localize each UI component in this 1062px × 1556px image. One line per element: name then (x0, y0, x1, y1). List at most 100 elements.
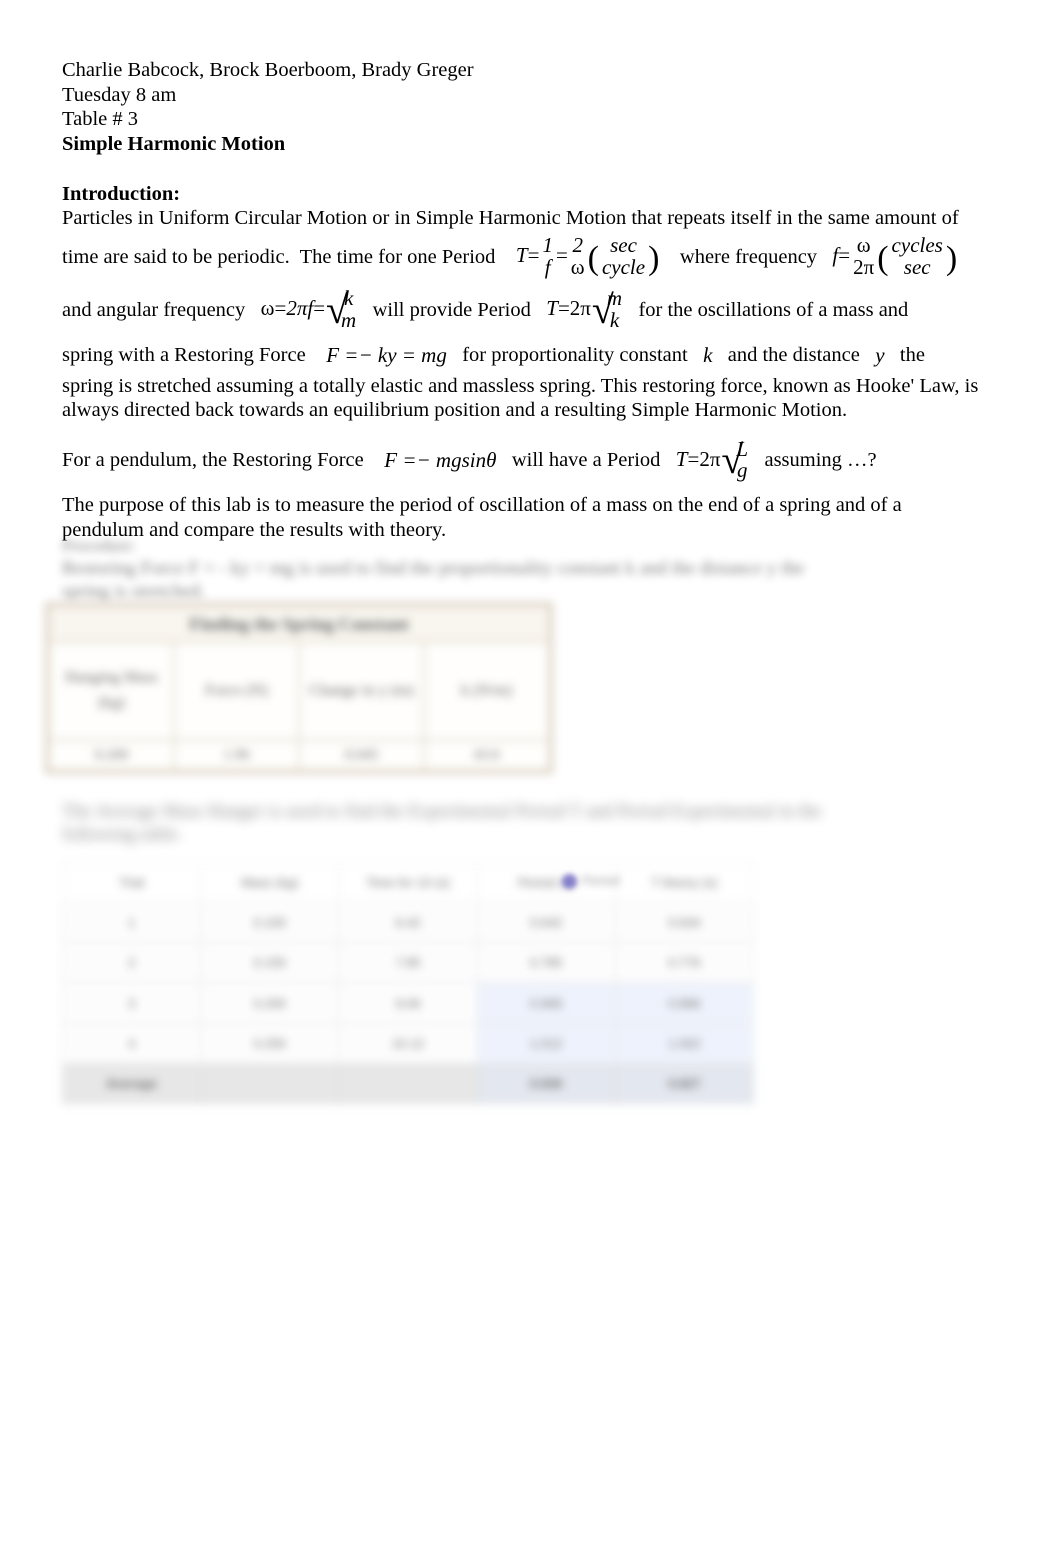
mid-note-line-2: following table. (62, 824, 183, 845)
table-row: 1 0.100 6.42 0.642 0.634 (61, 902, 755, 944)
eq-omega-radical: √ k m (326, 286, 356, 332)
period-data-table-grid: Trial Mass (kg) Time for 10 (s) Period (… (61, 861, 755, 1105)
column-header-k: k (N/m) (423, 641, 550, 741)
eq-T-equals-2: = (555, 243, 568, 268)
eq-T-unit-den: cycle (601, 254, 646, 279)
eq-omega-equals-1: = (274, 296, 287, 321)
table-footer-row: Average 0.836 0.827 (61, 1062, 755, 1105)
intro-text-restoring-lead: spring with a Restoring Force (62, 343, 306, 366)
eq-T-paren-open: ( (587, 239, 599, 277)
intro-paragraph-2: and angular frequency ω=2πf= √ k m will pro… (62, 284, 1002, 337)
radical-sign-icon: √ (721, 436, 744, 482)
document-content: Charlie Babcock, Brock Boerboom, Brady G… (62, 58, 1002, 542)
cell-mass: 0.100 (200, 902, 340, 944)
spring-constant-table-grid: Finding the Spring Constant Hanging Mass… (48, 605, 550, 771)
cell-mass: 0.150 (200, 942, 340, 984)
table-header-row: Trial Mass (kg) Time for 10 (s) Period (… (61, 861, 755, 904)
legend-label: Period (582, 873, 620, 888)
intro-text-frequency-lead: where frequency (679, 245, 818, 268)
cell-mass: 0.200 (200, 982, 340, 1024)
column-header-theory: T theory (s) (614, 861, 755, 904)
footer-cell-mass (200, 1062, 340, 1105)
cell-trial: 3 (61, 982, 202, 1024)
cell-theory: 0.896 (614, 982, 755, 1024)
radical-sign-icon: √ (326, 286, 348, 332)
cell-theory: 0.776 (614, 942, 755, 984)
column-header-mass: Hanging Mass (kg) (48, 641, 175, 741)
symbol-spring-constant: k (703, 343, 713, 368)
cell-trial: 1 (61, 902, 202, 944)
eq-T-num-1: 1 (542, 233, 553, 258)
equation-period-spring: T=2π √ m k (546, 286, 623, 332)
eq-Tp-coef: 2π (699, 446, 721, 471)
eq-T-num-2: 2 (572, 233, 583, 258)
cell-time: 9.06 (338, 982, 478, 1024)
cell-period: 0.785 (476, 942, 616, 984)
eq-f-unit-num: cycles (891, 233, 943, 258)
table-number-line: Table # 3 (62, 108, 138, 130)
radical-sign-icon: √ (591, 286, 614, 332)
eq-f-num: ω (856, 233, 871, 258)
cell-mass-value: 0.200 (48, 739, 175, 771)
intro-paragraph-5: always directed back towards an equilibr… (62, 399, 848, 421)
cell-time: 6.42 (338, 902, 478, 944)
eq-T-units: sec cycle (600, 234, 647, 279)
eq-f-units: cycles sec (890, 233, 945, 278)
equation-frequency-f: f= ω 2π(cycles sec) (832, 233, 957, 279)
eq-Tp-lhs: T (675, 446, 688, 471)
intro-paragraph-1-line-2: time are said to be periodic. The time f… (62, 231, 1002, 284)
eq-T-lhs: T (515, 243, 528, 268)
intro-text-distance: and the distance (727, 343, 860, 366)
eq-T-equals-1: = (527, 243, 540, 268)
intro-text-omega-lead: and angular frequency (62, 298, 246, 321)
cell-time: 10.12 (338, 1022, 478, 1064)
equation-pendulum-force: F =− mgsinθ (384, 448, 497, 473)
eq-f-equals: = (838, 243, 851, 268)
spring-constant-table: Finding the Spring Constant Hanging Mass… (45, 602, 553, 774)
eq-Tp-equals: = (687, 446, 700, 471)
cell-mass: 0.250 (200, 1022, 340, 1064)
cell-change-y-value: 0.045 (298, 739, 425, 771)
eq-f-fraction: ω 2π (851, 233, 876, 278)
cell-time: 7.85 (338, 942, 478, 984)
procedure-line-2: spring is stretched. (62, 581, 206, 602)
equation-angular-frequency: ω=2πf= √ k m (260, 286, 358, 332)
intro-paragraph-4: spring is stretched assuming a totally e… (62, 374, 979, 397)
procedure-section: Procedure: Restoring Force F = - ky = mg… (62, 534, 1002, 603)
mid-note-section: The Average Mass Hanger is used to find … (62, 800, 1002, 846)
intro-text-the: the (899, 343, 925, 366)
cell-theory: 0.634 (614, 902, 755, 944)
equation-period-pendulum: T=2π √ Lg (675, 436, 749, 483)
column-header-trial: Trial (61, 861, 202, 904)
purpose-paragraph-line-1: The purpose of this lab is to measure th… (62, 494, 902, 517)
intro-text-period-lead: time are said to be periodic. The time f… (62, 245, 496, 268)
footer-cell-theory: 0.827 (614, 1062, 755, 1105)
column-header-force: Force (N) (173, 641, 300, 741)
procedure-line-1: Restoring Force F = - ky = mg is used to… (62, 558, 805, 579)
symbol-distance-y: y (875, 343, 885, 368)
footer-label: Average (61, 1062, 202, 1105)
footer-cell-time (338, 1062, 478, 1105)
eq-T-paren-close: ) (648, 239, 660, 277)
table-row: 4 0.250 10.12 1.012 1.002 (61, 1022, 755, 1064)
intro-text-assuming: assuming …? (764, 448, 877, 471)
column-header-time: Time for 10 (s) (338, 861, 478, 904)
cell-trial: 2 (61, 942, 202, 984)
cell-k-value: 43.6 (423, 739, 550, 771)
eq-f-paren-open: ( (877, 239, 889, 277)
intro-text-pendulum-period-lead: will have a Period (511, 448, 661, 471)
intro-text-period-spring-lead: will provide Period (372, 298, 531, 321)
eq-omega-lhs: ω (260, 296, 275, 321)
intro-text-proportionality: for proportionality constant (462, 343, 688, 366)
cell-period: 1.012 (476, 1022, 616, 1064)
equation-period-T: T= 1 f = 2 ω(sec cycle) (515, 233, 660, 279)
table-row: 0.200 1.96 0.045 43.6 (48, 739, 550, 771)
document-page: Charlie Babcock, Brock Boerboom, Brady G… (0, 0, 1062, 1556)
period-data-table: Trial Mass (kg) Time for 10 (s) Period (… (61, 861, 755, 1105)
mid-note-line-1: The Average Mass Hanger is used to find … (62, 801, 822, 822)
column-header-change-y: Change in y (m) (298, 641, 425, 741)
cell-period: 0.906 (476, 982, 616, 1024)
legend-marker-icon (562, 874, 577, 889)
